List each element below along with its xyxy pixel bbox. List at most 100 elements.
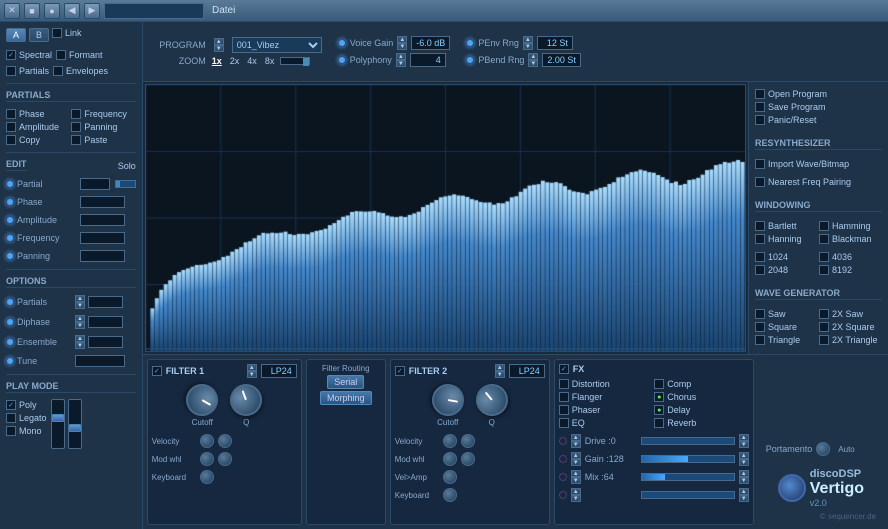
filter2-q-knob[interactable] (469, 377, 514, 422)
f2-mod-knob1[interactable] (443, 452, 457, 466)
f2-vel-knob2[interactable] (461, 434, 475, 448)
fxe-up2[interactable]: ▲ (739, 488, 749, 495)
zoom-4x[interactable]: 4x (245, 56, 259, 66)
panning-checkbox[interactable] (71, 122, 81, 132)
filter1-q-knob[interactable] (226, 379, 267, 420)
amplitude-input[interactable]: 0.0 dB (80, 214, 125, 226)
phase-checkbox[interactable] (6, 109, 16, 119)
rewind-button[interactable]: ◀ (64, 3, 80, 19)
filter1-enable[interactable] (152, 366, 162, 376)
size-8192-checkbox[interactable] (819, 265, 829, 275)
fxe-bar[interactable] (641, 491, 735, 499)
zoom-1x[interactable]: 1x (210, 56, 224, 66)
partials-checkbox[interactable] (6, 66, 16, 76)
legato-checkbox[interactable] (6, 413, 16, 423)
ensemble-input[interactable]: 0 (88, 336, 123, 348)
hamming-checkbox[interactable] (819, 221, 829, 231)
partials-opt-input[interactable]: 135 (88, 296, 123, 308)
title-program-input[interactable]: 001_Vibez (104, 3, 204, 19)
f1-mod-knob1[interactable] (200, 452, 214, 466)
stop-button[interactable]: ■ (24, 3, 40, 19)
vgain-up[interactable]: ▲ (397, 36, 407, 43)
slider-track-2[interactable] (68, 399, 82, 449)
morphing-btn[interactable]: Morphing (320, 391, 372, 405)
program-down[interactable]: ▼ (214, 45, 224, 52)
hanning-checkbox[interactable] (755, 234, 765, 244)
program-up[interactable]: ▲ (214, 38, 224, 45)
partials-spinner[interactable]: ▲ ▼ (75, 295, 85, 309)
envelopes-checkbox[interactable] (53, 66, 63, 76)
gain-up[interactable]: ▲ (571, 452, 581, 459)
triangle-checkbox[interactable] (755, 335, 765, 345)
f2-key-knob[interactable] (443, 488, 457, 502)
gain-up2[interactable]: ▲ (739, 452, 749, 459)
fxe-down[interactable]: ▼ (571, 495, 581, 502)
size-2048-checkbox[interactable] (755, 265, 765, 275)
gain-down[interactable]: ▼ (571, 459, 581, 466)
nearest-freq-checkbox[interactable] (755, 177, 765, 187)
mix-up2[interactable]: ▲ (739, 470, 749, 477)
f1-up[interactable]: ▲ (247, 364, 257, 371)
reverb-checkbox[interactable] (654, 418, 664, 428)
2xsquare-checkbox[interactable] (819, 322, 829, 332)
gain-bar[interactable] (641, 455, 735, 463)
fxe-down2[interactable]: ▼ (739, 495, 749, 502)
f1-key-knob[interactable] (200, 470, 214, 484)
ensemble-spinner[interactable]: ▲ ▼ (75, 335, 85, 349)
import-wave-checkbox[interactable] (755, 159, 765, 169)
zoom-8x[interactable]: 8x (263, 56, 277, 66)
flanger-checkbox[interactable] (559, 392, 569, 402)
bartlett-checkbox[interactable] (755, 221, 765, 231)
distortion-checkbox[interactable] (559, 379, 569, 389)
comp-checkbox[interactable] (654, 379, 664, 389)
save-prog-checkbox[interactable] (755, 102, 765, 112)
zoom-2x[interactable]: 2x (228, 56, 242, 66)
drive-bar[interactable] (641, 437, 735, 445)
formant-checkbox[interactable] (56, 50, 66, 60)
open-prog-checkbox[interactable] (755, 89, 765, 99)
vgain-down[interactable]: ▼ (397, 43, 407, 50)
diphase-input[interactable]: 0 (88, 316, 123, 328)
f2-vel-knob1[interactable] (443, 434, 457, 448)
phaser-checkbox[interactable] (559, 405, 569, 415)
zoom-slider[interactable] (280, 57, 310, 65)
frequency-input[interactable]: x0.499 (80, 232, 125, 244)
f1-vel-knob1[interactable] (200, 434, 214, 448)
pbend-up[interactable]: ▲ (528, 53, 538, 60)
close-button[interactable]: ✕ (4, 3, 20, 19)
fxe-up[interactable]: ▲ (571, 488, 581, 495)
2xsaw-checkbox[interactable] (819, 309, 829, 319)
diphase-down[interactable]: ▼ (75, 322, 85, 329)
mix-down2[interactable]: ▼ (739, 477, 749, 484)
drive-up[interactable]: ▲ (571, 434, 581, 441)
waveform-display[interactable] (145, 84, 746, 352)
f2-mod-knob2[interactable] (461, 452, 475, 466)
poly-up[interactable]: ▲ (396, 53, 406, 60)
spectral-checkbox[interactable] (6, 50, 16, 60)
partials-up[interactable]: ▲ (75, 295, 85, 302)
delay-checkbox[interactable]: ● (654, 405, 664, 415)
partials-down[interactable]: ▼ (75, 302, 85, 309)
filter1-cutoff-knob[interactable] (180, 378, 224, 422)
filter2-enable[interactable] (395, 366, 405, 376)
poly-checkbox[interactable] (6, 400, 16, 410)
portamento-knob[interactable] (816, 442, 830, 456)
blackman-checkbox[interactable] (819, 234, 829, 244)
ensemble-up[interactable]: ▲ (75, 335, 85, 342)
mono-checkbox[interactable] (6, 426, 16, 436)
program-select[interactable]: 001_Vibez (232, 37, 322, 53)
f2-velamp-knob[interactable] (443, 470, 457, 484)
partial-input[interactable]: 1 (80, 178, 110, 190)
drive-down[interactable]: ▼ (571, 441, 581, 448)
square-checkbox[interactable] (755, 322, 765, 332)
slider-thumb-2[interactable] (69, 424, 81, 432)
filter2-cutoff-knob[interactable] (429, 381, 466, 418)
diphase-spinner[interactable]: ▲ ▼ (75, 315, 85, 329)
tab-a[interactable]: A (6, 28, 26, 42)
mix-up[interactable]: ▲ (571, 470, 581, 477)
eq-checkbox[interactable] (559, 418, 569, 428)
tab-b[interactable]: B (29, 28, 49, 42)
2xtriangle-checkbox[interactable] (819, 335, 829, 345)
f2-down[interactable]: ▼ (495, 371, 505, 378)
forward-button[interactable]: ▶ (84, 3, 100, 19)
